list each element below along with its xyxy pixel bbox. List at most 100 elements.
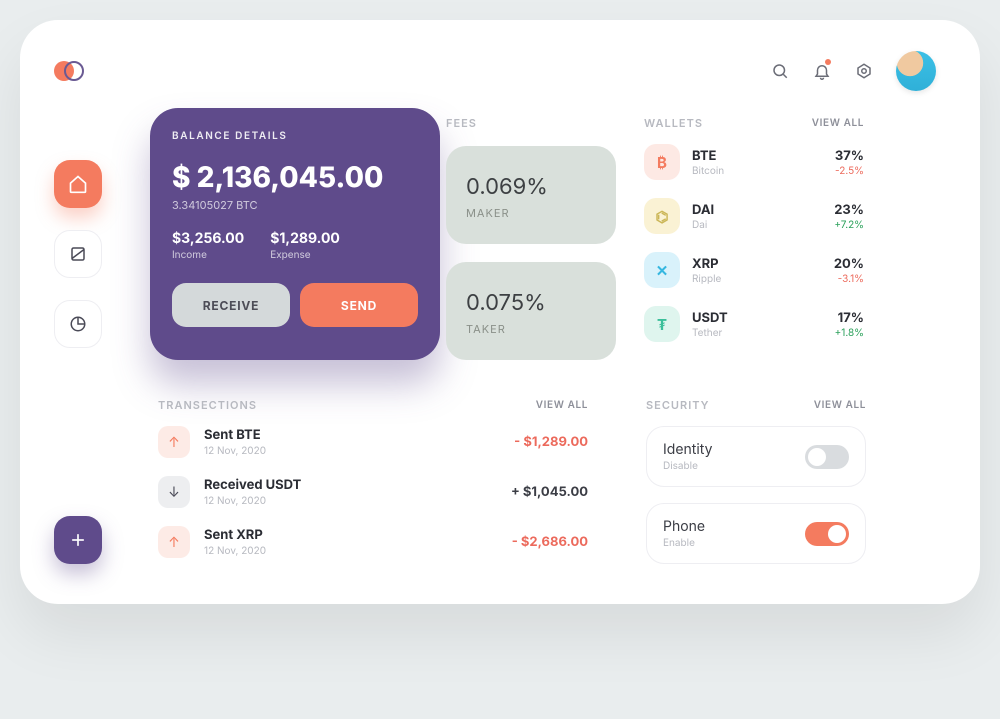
logo-icon <box>54 61 82 81</box>
transaction-amount: - $1,289.00 <box>514 434 588 450</box>
wallet-item[interactable]: ⌬ DAIDai 23%+7.2% <box>644 198 864 234</box>
wallet-stats: 37%-2.5% <box>835 148 864 177</box>
wallet-symbol: USDT <box>692 310 823 326</box>
wallet-change: -2.5% <box>835 165 864 177</box>
security-item-title: Identity <box>663 441 712 458</box>
notification-dot-icon <box>825 59 831 65</box>
wallet-pct: 37% <box>835 148 864 164</box>
security-info: Identity Disable <box>663 441 712 472</box>
transaction-item[interactable]: ↓ Received USDT 12 Nov, 2020 + $1,045.00 <box>158 476 588 508</box>
transaction-date: 12 Nov, 2020 <box>204 495 497 507</box>
wallet-symbol: BTE <box>692 148 823 164</box>
fees-title: FEES <box>446 116 616 130</box>
transactions-section: TRANSECTIONS VIEW ALL ↑ Sent BTE12 Nov, 2… <box>158 398 588 564</box>
security-item-state: Enable <box>663 537 705 549</box>
wallet-symbol: DAI <box>692 202 822 218</box>
security-item: Identity Disable <box>646 426 866 487</box>
balance-sub: 3.34105027 BTC <box>172 198 418 212</box>
expense-label: Expense <box>270 249 340 261</box>
wallet-name: Bitcoin <box>692 165 823 177</box>
transaction-date: 12 Nov, 2020 <box>204 445 500 457</box>
balance-actions: RECEIVE SEND <box>172 283 418 327</box>
wallet-icon: ₿ <box>644 144 680 180</box>
wallet-icon: ⌬ <box>644 198 680 234</box>
transactions-title: TRANSECTIONS <box>158 398 257 412</box>
arrow-up-icon: ↑ <box>158 426 190 458</box>
security-title: SECURITY <box>646 398 709 412</box>
balance-amount: $ 2,136,045.00 <box>172 160 418 194</box>
wallet-icon: ✕ <box>644 252 680 288</box>
transaction-item[interactable]: ↑Sent XRP12 Nov, 2020- $2,686.00 <box>158 526 588 558</box>
search-icon[interactable] <box>770 61 790 81</box>
wallet-name: Dai <box>692 219 822 231</box>
wallet-item[interactable]: ₿ BTEBitcoin 37%-2.5% <box>644 144 864 180</box>
wallets-view-all[interactable]: VIEW ALL <box>812 117 864 129</box>
income-label: Income <box>172 249 244 261</box>
wallet-list: ₿ BTEBitcoin 37%-2.5% ⌬ DAIDai 23%+7.2% ✕ XRPRi… <box>644 144 864 342</box>
taker-fee-card: 0.075% TAKER <box>446 262 616 360</box>
security-item-state: Disable <box>663 460 712 472</box>
wallet-name: Ripple <box>692 273 822 285</box>
transaction-info: Received USDT 12 Nov, 2020 <box>204 477 497 507</box>
arrow-down-icon: ↓ <box>158 476 190 508</box>
maker-fee-value: 0.069% <box>466 174 596 200</box>
app-window: BALANCE DETAILS $ 2,136,045.00 3.3410502… <box>20 20 980 604</box>
wallet-stats: 23%+7.2% <box>834 202 864 231</box>
wallet-pct: 20% <box>834 256 864 272</box>
wallet-change: +7.2% <box>834 219 864 231</box>
settings-icon[interactable] <box>854 61 874 81</box>
top-bar <box>54 48 936 94</box>
wallet-info: USDTTether <box>692 310 823 339</box>
sidebar-item-home[interactable] <box>54 160 102 208</box>
balance-card: BALANCE DETAILS $ 2,136,045.00 3.3410502… <box>150 108 440 360</box>
transaction-item[interactable]: ↑ Sent BTE12 Nov, 2020 - $1,289.00 <box>158 426 588 458</box>
transaction-info: Sent XRP12 Nov, 2020 <box>204 527 498 557</box>
notifications-icon[interactable] <box>812 61 832 81</box>
transactions-view-all[interactable]: VIEW ALL <box>536 399 588 411</box>
maker-fee-label: MAKER <box>466 206 596 220</box>
security-list: Identity Disable PhoneEnable <box>646 426 866 564</box>
fees-section: FEES 0.069% MAKER 0.075% TAKER <box>446 116 616 360</box>
security-view-all[interactable]: VIEW ALL <box>814 399 866 411</box>
wallets-section: WALLETS VIEW ALL ₿ BTEBitcoin 37%-2.5% ⌬ DAI… <box>644 116 864 360</box>
expense-value: $1,289.00 <box>270 230 340 247</box>
wallet-item[interactable]: ✕ XRPRipple 20%-3.1% <box>644 252 864 288</box>
wallet-change: -3.1% <box>834 273 864 285</box>
security-info: PhoneEnable <box>663 518 705 549</box>
receive-button[interactable]: RECEIVE <box>172 283 290 327</box>
top-actions <box>770 51 936 91</box>
logo <box>54 61 82 81</box>
avatar[interactable] <box>896 51 936 91</box>
transaction-info: Sent BTE12 Nov, 2020 <box>204 427 500 457</box>
sidebar-item-transfer[interactable] <box>54 230 102 278</box>
wallet-change: +1.8% <box>835 327 864 339</box>
sidebar <box>54 160 102 348</box>
wallet-pct: 23% <box>834 202 864 218</box>
toggle-switch[interactable] <box>805 445 849 469</box>
income-value: $3,256.00 <box>172 230 244 247</box>
add-button[interactable] <box>54 516 102 564</box>
transaction-title: Received USDT <box>204 477 497 493</box>
wallet-stats: 20%-3.1% <box>834 256 864 285</box>
balance-label: BALANCE DETAILS <box>172 130 418 142</box>
wallet-symbol: XRP <box>692 256 822 272</box>
taker-fee-value: 0.075% <box>466 290 596 316</box>
transaction-amount: - $2,686.00 <box>512 534 588 550</box>
wallet-info: XRPRipple <box>692 256 822 285</box>
toggle-switch[interactable] <box>805 522 849 546</box>
wallet-pct: 17% <box>835 310 864 326</box>
balance-breakdown: $3,256.00 Income $1,289.00 Expense <box>172 230 418 261</box>
wallet-item[interactable]: ₮USDTTether17%+1.8% <box>644 306 864 342</box>
transaction-list: ↑ Sent BTE12 Nov, 2020 - $1,289.00 ↓ Receive… <box>158 426 588 558</box>
main-grid: BALANCE DETAILS $ 2,136,045.00 3.3410502… <box>158 116 936 360</box>
sidebar-item-stats[interactable] <box>54 300 102 348</box>
wallet-stats: 17%+1.8% <box>835 310 864 339</box>
send-button[interactable]: SEND <box>300 283 418 327</box>
transaction-amount: + $1,045.00 <box>511 484 588 500</box>
wallet-name: Tether <box>692 327 823 339</box>
security-section: SECURITY VIEW ALL Identity Disable PhoneEn… <box>646 398 866 564</box>
wallets-title: WALLETS <box>644 116 703 130</box>
lower-grid: TRANSECTIONS VIEW ALL ↑ Sent BTE12 Nov, 2… <box>158 398 936 564</box>
wallet-info: BTEBitcoin <box>692 148 823 177</box>
security-item: PhoneEnable <box>646 503 866 564</box>
